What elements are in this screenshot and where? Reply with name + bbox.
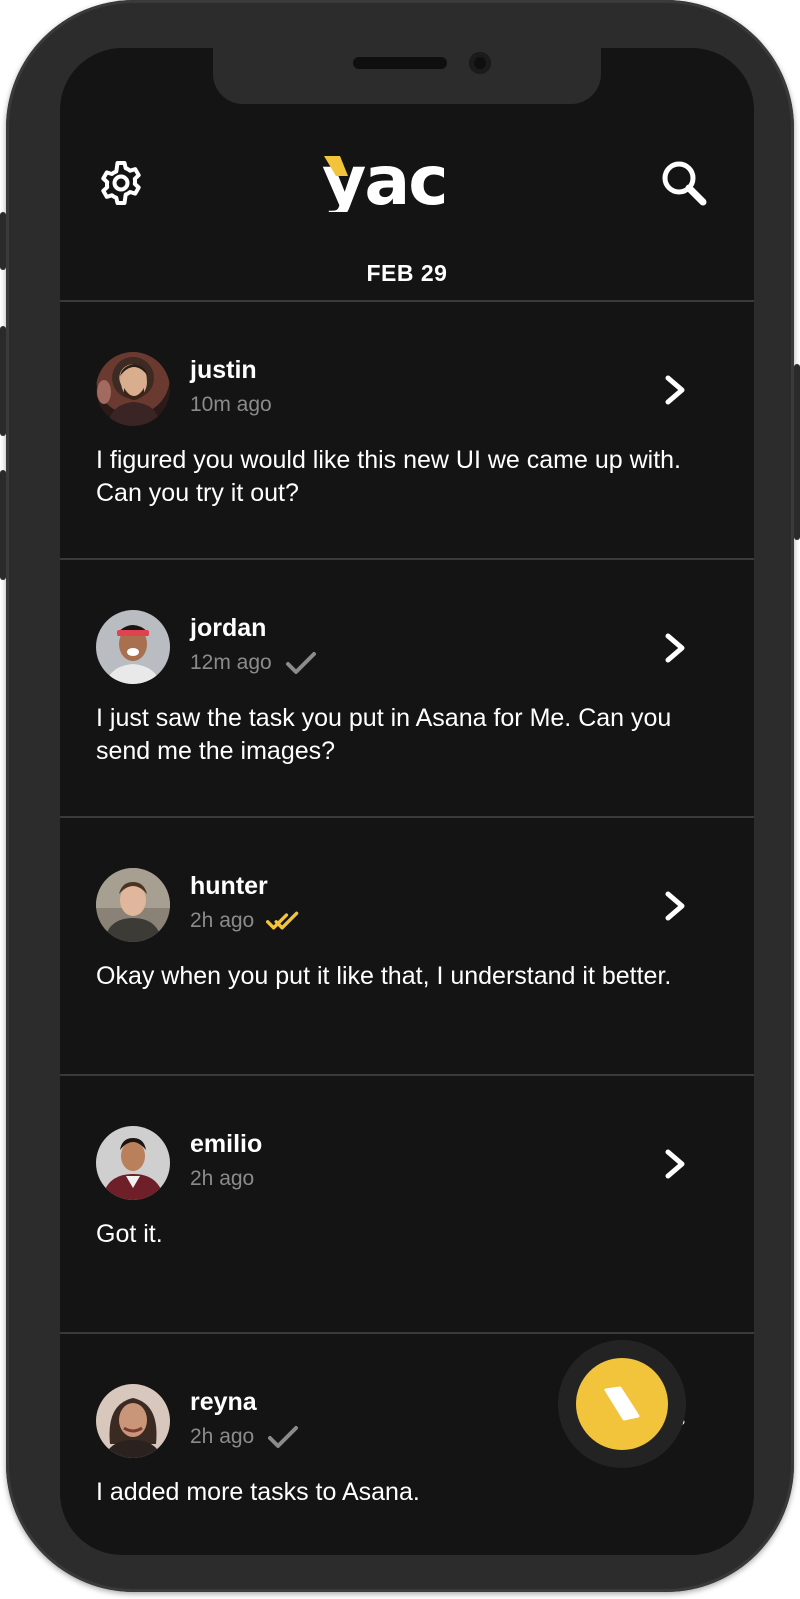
avatar-photo [96,868,170,942]
phone-mute-switch [0,212,6,270]
record-icon [604,1386,640,1421]
gear-icon[interactable] [98,160,144,206]
record-button[interactable] [576,1358,668,1450]
phone-power-button [794,364,800,540]
message-meta: 10m ago [190,390,272,420]
message-meta: 2h ago [190,1164,254,1194]
app-header: yac FEB 29 [60,48,754,306]
message-text: I figured you would like this new UI we … [96,446,681,507]
sender-name: jordan [190,614,267,642]
chevron-right-icon[interactable] [662,632,688,664]
message-text: Okay when you put it like that, I unders… [96,962,672,990]
message-text: I just saw the task you put in Asana for… [96,704,672,765]
sender-name: emilio [190,1130,263,1158]
chevron-right-icon[interactable] [662,1148,688,1180]
sender-name: reyna [190,1388,257,1416]
sender-name: hunter [190,872,268,900]
avatar-photo [106,625,160,684]
message-text: Got it. [96,1220,163,1248]
avatar[interactable] [96,1384,170,1458]
message-meta: 2h ago [190,1422,300,1452]
app-screen: yac FEB 29 justin 10m ago I figured you … [60,48,754,1555]
message-time: 12m ago [190,651,272,674]
chevron-right-icon[interactable] [662,890,688,922]
date-header: FEB 29 [366,260,448,286]
avatar-photo [104,1398,162,1458]
avatar[interactable] [96,610,170,684]
avatar[interactable] [96,1126,170,1200]
message-time: 10m ago [190,393,272,416]
message-meta: 12m ago [190,648,318,678]
message-text: I added more tasks to Asana. [96,1478,420,1506]
message-item[interactable]: emilio 2h ago Got it. [60,1076,754,1334]
phone-volume-down [0,470,6,580]
search-icon[interactable] [660,159,708,207]
read-double-check-icon [266,911,299,930]
chevron-right-icon[interactable] [662,374,688,406]
message-time: 2h ago [190,1425,255,1448]
avatar[interactable] [96,868,170,942]
record-button-ring [558,1340,686,1468]
message-meta: 2h ago [190,906,300,936]
phone-frame: yac FEB 29 justin 10m ago I figured you … [0,0,800,1592]
message-time: 2h ago [190,909,255,932]
message-time: 2h ago [190,1167,255,1190]
yac-logo: yac [322,152,449,212]
sent-check-icon [268,1426,299,1448]
message-item[interactable]: hunter 2h ago Okay when you put it like … [60,818,754,1076]
message-item[interactable]: jordan 12m ago I just saw the task you p… [60,560,754,818]
sender-name: justin [190,356,257,384]
message-item[interactable]: justin 10m ago I figured you would like … [60,302,754,560]
avatar[interactable] [96,352,170,426]
avatar-photo [102,1138,164,1200]
avatar-photo [97,364,160,426]
phone-volume-up [0,326,6,436]
sent-check-icon [285,652,316,674]
